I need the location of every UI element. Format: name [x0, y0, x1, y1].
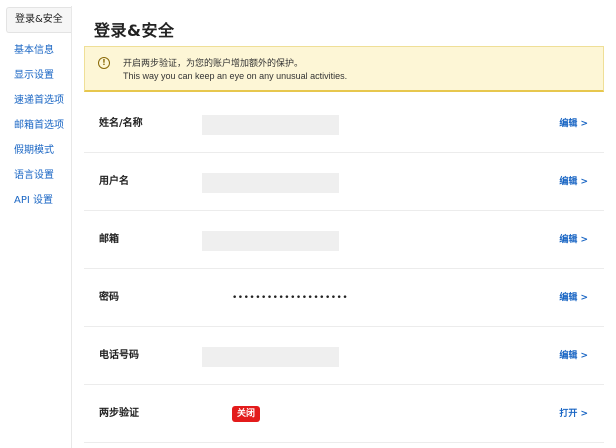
sidebar-nav: 登录&安全 基本信息 显示设置 速递首选项 邮箱首选项 假期模式 语言设置 AP… — [0, 7, 72, 213]
row-label: 邮箱 — [99, 234, 119, 245]
two-step-alert: ! 开启两步验证，为您的账户增加额外的保护。 This way you can … — [84, 46, 604, 92]
row-label: 两步验证 — [99, 408, 139, 419]
sidebar-item-display-settings[interactable]: 显示设置 — [0, 63, 72, 88]
username-value-redacted — [202, 173, 339, 193]
edit-email-button[interactable]: 编辑 > — [559, 211, 588, 269]
row-label: 密码 — [99, 292, 119, 303]
sidebar-item-basic-info[interactable]: 基本信息 — [0, 38, 72, 63]
settings-row-email: 邮箱 编辑 > — [84, 211, 604, 269]
edit-phone-button[interactable]: 编辑 > — [559, 327, 588, 385]
settings-row-username: 用户名 编辑 > — [84, 153, 604, 211]
main-content: 登录&安全 ! 开启两步验证，为您的账户增加额外的保护。 This way yo… — [84, 0, 604, 448]
alert-message-en: This way you can keep an eye on any unus… — [123, 71, 348, 81]
row-label: 电话号码 — [99, 350, 139, 361]
status-badge: 关闭 — [232, 406, 261, 422]
sidebar-item-vacation-mode[interactable]: 假期模式 — [0, 138, 72, 163]
settings-list: 姓名/名称 编辑 > 用户名 编辑 > 邮箱 编辑 > 密码 •••••••••… — [84, 95, 604, 443]
settings-row-two-step: 两步验证 关闭 打开 > — [84, 385, 604, 443]
edit-username-button[interactable]: 编辑 > — [559, 153, 588, 211]
sidebar-item-email-preferences[interactable]: 邮箱首选项 — [0, 113, 72, 138]
edit-password-button[interactable]: 编辑 > — [559, 269, 588, 327]
password-masked-value: •••••••••••••••••••• — [232, 293, 349, 303]
name-value-redacted — [202, 115, 339, 135]
phone-value-redacted — [202, 347, 339, 367]
sidebar-divider — [71, 6, 72, 448]
sidebar-item-language-settings[interactable]: 语言设置 — [0, 163, 72, 188]
row-label: 姓名/名称 — [99, 118, 143, 129]
alert-message-zh: 开启两步验证，为您的账户增加额外的保护。 — [123, 59, 304, 69]
sidebar: 登录&安全 基本信息 显示设置 速递首选项 邮箱首选项 假期模式 语言设置 AP… — [0, 0, 72, 448]
settings-row-password: 密码 •••••••••••••••••••• 编辑 > — [84, 269, 604, 327]
settings-row-name: 姓名/名称 编辑 > — [84, 95, 604, 153]
sidebar-item-login-security[interactable]: 登录&安全 — [6, 7, 72, 33]
warning-circle-icon: ! — [98, 57, 110, 69]
row-label: 用户名 — [99, 176, 129, 187]
page-title: 登录&安全 — [94, 21, 175, 40]
sidebar-item-delivery-preferences[interactable]: 速递首选项 — [0, 88, 72, 113]
settings-row-phone: 电话号码 编辑 > — [84, 327, 604, 385]
email-value-redacted — [202, 231, 339, 251]
sidebar-item-api-settings[interactable]: API 设置 — [0, 188, 72, 213]
enable-two-step-button[interactable]: 打开 > — [559, 385, 588, 443]
edit-name-button[interactable]: 编辑 > — [559, 95, 588, 153]
